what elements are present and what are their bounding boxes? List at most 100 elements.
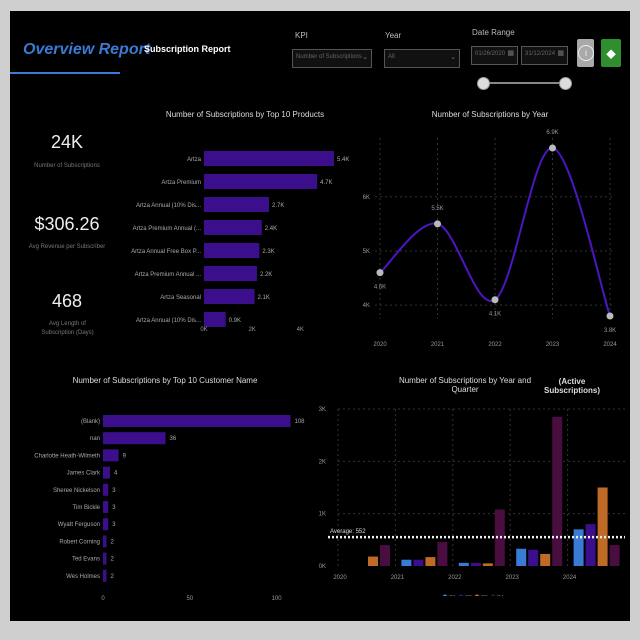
legend-marker — [474, 594, 480, 596]
products-x-tick: 4K — [297, 327, 304, 333]
legend-label: Q3 — [481, 595, 488, 596]
year-y-tick: 5K — [363, 249, 370, 255]
quarter-bar — [516, 548, 527, 566]
year-data-label: 4.6K — [374, 285, 386, 291]
active-tab-underline — [10, 72, 120, 74]
customer-data-label: 2 — [110, 539, 114, 545]
average-line-label: Average: 552 — [330, 529, 366, 535]
year-data-label: 6.9K — [546, 130, 558, 136]
date-range-end-handle[interactable] — [559, 77, 572, 90]
quarter-bar — [573, 529, 584, 566]
overview-report-tab[interactable]: Overview Report — [23, 41, 150, 59]
customer-bar — [103, 569, 107, 582]
quarter-bar — [597, 487, 608, 566]
calendar-icon: ▦ — [507, 50, 514, 57]
product-bar — [204, 312, 226, 327]
quarter-bar — [425, 557, 436, 566]
product-bar — [204, 197, 269, 212]
product-data-label: 2.4K — [265, 226, 277, 232]
customers-x-tick: 50 — [186, 596, 193, 601]
customer-bar — [103, 535, 107, 548]
year-data-point — [491, 296, 499, 304]
customer-label: Wes Holmes — [66, 574, 100, 580]
kpi-avg-length-label: Avg Length of Subscription (Days) — [41, 321, 94, 336]
quarter-bar — [528, 549, 539, 566]
product-label: Artza Premium — [161, 180, 201, 186]
customer-label: Charlotte Heath-Wilmeth — [34, 453, 100, 459]
legend-marker — [490, 594, 496, 596]
year-x-tick: 2022 — [488, 342, 502, 346]
kpi-avg-revenue-label: Avg Revenue per Subscriber — [28, 244, 106, 250]
year-x-tick: 2023 — [546, 342, 560, 346]
customers-chart-title: Number of Subscriptions by Top 10 Custom… — [72, 376, 258, 385]
customer-bar — [103, 415, 291, 427]
products-chart-title: Number of Subscriptions by Top 10 Produc… — [165, 110, 325, 119]
subscription-report-tab[interactable]: Subscription Report — [144, 44, 231, 54]
navigate-button[interactable]: ⬥ — [601, 39, 621, 67]
year-data-point — [606, 312, 614, 320]
customer-bar — [103, 552, 107, 565]
quarter-bar — [482, 563, 493, 566]
quarter-y-tick: 3K — [319, 407, 326, 413]
quarter-bar — [380, 545, 390, 566]
quarter-bar-chart: 0K 1K 2K 3K 2020 2021 2022 2023 2024 Average: 552… — [319, 407, 625, 596]
date-range-label: Date Range — [472, 28, 515, 37]
customer-data-label: 3 — [112, 488, 116, 494]
customers-x-tick: 100 — [272, 596, 283, 601]
year-x-tick: 2020 — [373, 342, 387, 346]
quarter-x-tick: 2024 — [563, 575, 577, 581]
product-label: Artza Annual Free Box P... — [131, 249, 201, 255]
customer-label: Sheree Nickelson — [53, 488, 100, 494]
end-date-input[interactable]: 31/12/2024 ▦ — [521, 46, 568, 65]
year-dropdown-value: All — [388, 54, 395, 60]
product-bar — [204, 289, 255, 304]
quarter-y-tick: 2K — [319, 459, 326, 465]
customer-data-label: 2 — [110, 574, 114, 580]
date-range-start-handle[interactable] — [477, 77, 490, 90]
product-data-label: 5.4K — [337, 157, 349, 163]
year-data-point — [434, 220, 441, 228]
calendar-icon: ▦ — [557, 50, 564, 57]
customer-label: Ted Evans — [72, 557, 100, 563]
customer-label: nan — [90, 436, 100, 442]
customer-bar — [103, 449, 119, 462]
customers-x-tick: 0 — [101, 596, 105, 601]
product-data-label: 2.2K — [260, 272, 272, 278]
dashboard-frame: Overview Report Subscription Report KPI … — [10, 11, 630, 621]
year-dropdown[interactable]: All ⌄ — [384, 49, 460, 68]
quarter-x-tick: 2022 — [448, 575, 462, 581]
quarter-bar — [609, 545, 620, 566]
quarter-bar — [437, 541, 448, 566]
product-bar — [204, 266, 257, 281]
product-bar — [204, 220, 262, 235]
quarter-bar — [470, 562, 481, 566]
quarter-y-tick: 1K — [319, 512, 326, 518]
customer-data-label: 2 — [110, 557, 114, 563]
customer-data-label: 4 — [114, 471, 118, 477]
product-bar — [204, 174, 318, 189]
date-range-slider-track[interactable] — [483, 82, 565, 84]
quarter-bar — [552, 416, 563, 566]
quarter-bar — [401, 559, 412, 566]
quarter-x-tick: 2020 — [333, 575, 347, 581]
products-x-tick: 2K — [248, 327, 255, 333]
year-data-point — [549, 144, 556, 152]
customer-label: Wyatt Ferguson — [58, 522, 100, 528]
customer-bar — [103, 483, 109, 496]
start-date-value: 01/26/2020 — [475, 51, 506, 57]
year-x-tick: 2021 — [431, 342, 445, 346]
kpi-dropdown[interactable]: Number of Subscriptions ⌄ — [292, 49, 372, 68]
year-data-label: 3.8K — [604, 328, 616, 334]
diamond-arrow-icon: ⬥ — [606, 45, 616, 61]
customer-data-label: 3 — [112, 522, 116, 528]
product-label: Artza Annual (10% Dis... — [136, 203, 201, 209]
start-date-input[interactable]: 01/26/2020 ▦ — [471, 46, 518, 65]
kpi-subscriptions-label: Number of Subscriptions — [34, 163, 100, 169]
product-label: Artza Premium Annual (... — [133, 226, 202, 232]
chevron-down-icon: ⌄ — [450, 54, 456, 61]
year-filter-label: Year — [385, 31, 402, 40]
year-line-chart: 4K 5K 6K 2020 2021 2022 2023 2024 4.6K 5.5K 4.1K 6.… — [363, 130, 618, 346]
products-bar-chart: Artza 5.4K Artza Premium 4.7K Artza Annual (… — [131, 151, 349, 333]
customer-label: Robert Corning — [59, 539, 100, 545]
info-button[interactable]: i — [577, 39, 594, 67]
